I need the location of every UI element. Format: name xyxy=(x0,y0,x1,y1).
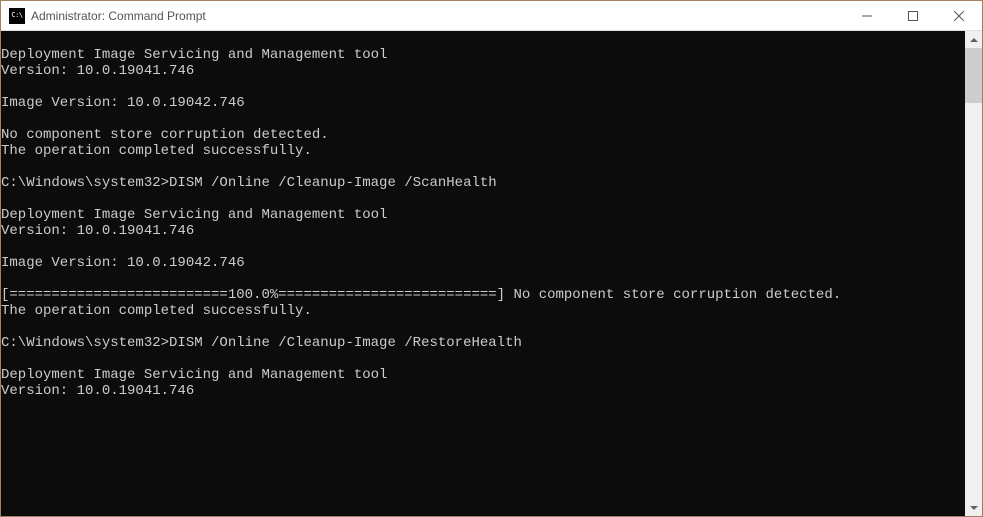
minimize-icon xyxy=(862,11,872,21)
console-area: Deployment Image Servicing and Managemen… xyxy=(1,31,982,516)
console-line: No component store corruption detected. xyxy=(1,127,965,143)
console-line xyxy=(1,239,965,255)
maximize-button[interactable] xyxy=(890,1,936,30)
console-line xyxy=(1,191,965,207)
console-line: Deployment Image Servicing and Managemen… xyxy=(1,207,965,223)
console-line: Deployment Image Servicing and Managemen… xyxy=(1,47,965,63)
console-line xyxy=(1,351,965,367)
scroll-thumb[interactable] xyxy=(965,48,982,103)
console-line: The operation completed successfully. xyxy=(1,303,965,319)
console-line: The operation completed successfully. xyxy=(1,143,965,159)
close-button[interactable] xyxy=(936,1,982,30)
console-line: C:\Windows\system32>DISM /Online /Cleanu… xyxy=(1,335,965,351)
window-controls xyxy=(844,1,982,30)
close-icon xyxy=(954,11,964,21)
console-line: Version: 10.0.19041.746 xyxy=(1,63,965,79)
console-line xyxy=(1,79,965,95)
window-title: Administrator: Command Prompt xyxy=(31,9,844,23)
scroll-down-button[interactable] xyxy=(965,499,982,516)
titlebar[interactable]: C:\ Administrator: Command Prompt xyxy=(1,1,982,31)
console-line xyxy=(1,271,965,287)
console-line xyxy=(1,319,965,335)
console-line: Deployment Image Servicing and Managemen… xyxy=(1,367,965,383)
cmd-icon: C:\ xyxy=(9,8,25,24)
vertical-scrollbar[interactable] xyxy=(965,31,982,516)
console-line: Version: 10.0.19041.746 xyxy=(1,383,965,399)
console-line: Version: 10.0.19041.746 xyxy=(1,223,965,239)
console-line: Image Version: 10.0.19042.746 xyxy=(1,255,965,271)
console-line xyxy=(1,31,965,47)
scroll-up-button[interactable] xyxy=(965,31,982,48)
console-line: Image Version: 10.0.19042.746 xyxy=(1,95,965,111)
console-line: [==========================100.0%=======… xyxy=(1,287,965,303)
minimize-button[interactable] xyxy=(844,1,890,30)
console-line: C:\Windows\system32>DISM /Online /Cleanu… xyxy=(1,175,965,191)
console-line xyxy=(1,111,965,127)
console-output[interactable]: Deployment Image Servicing and Managemen… xyxy=(1,31,965,516)
command-prompt-window: C:\ Administrator: Command Prompt Deploy… xyxy=(0,0,983,517)
console-line xyxy=(1,159,965,175)
cmd-icon-label: C:\ xyxy=(11,12,22,19)
maximize-icon xyxy=(908,11,918,21)
